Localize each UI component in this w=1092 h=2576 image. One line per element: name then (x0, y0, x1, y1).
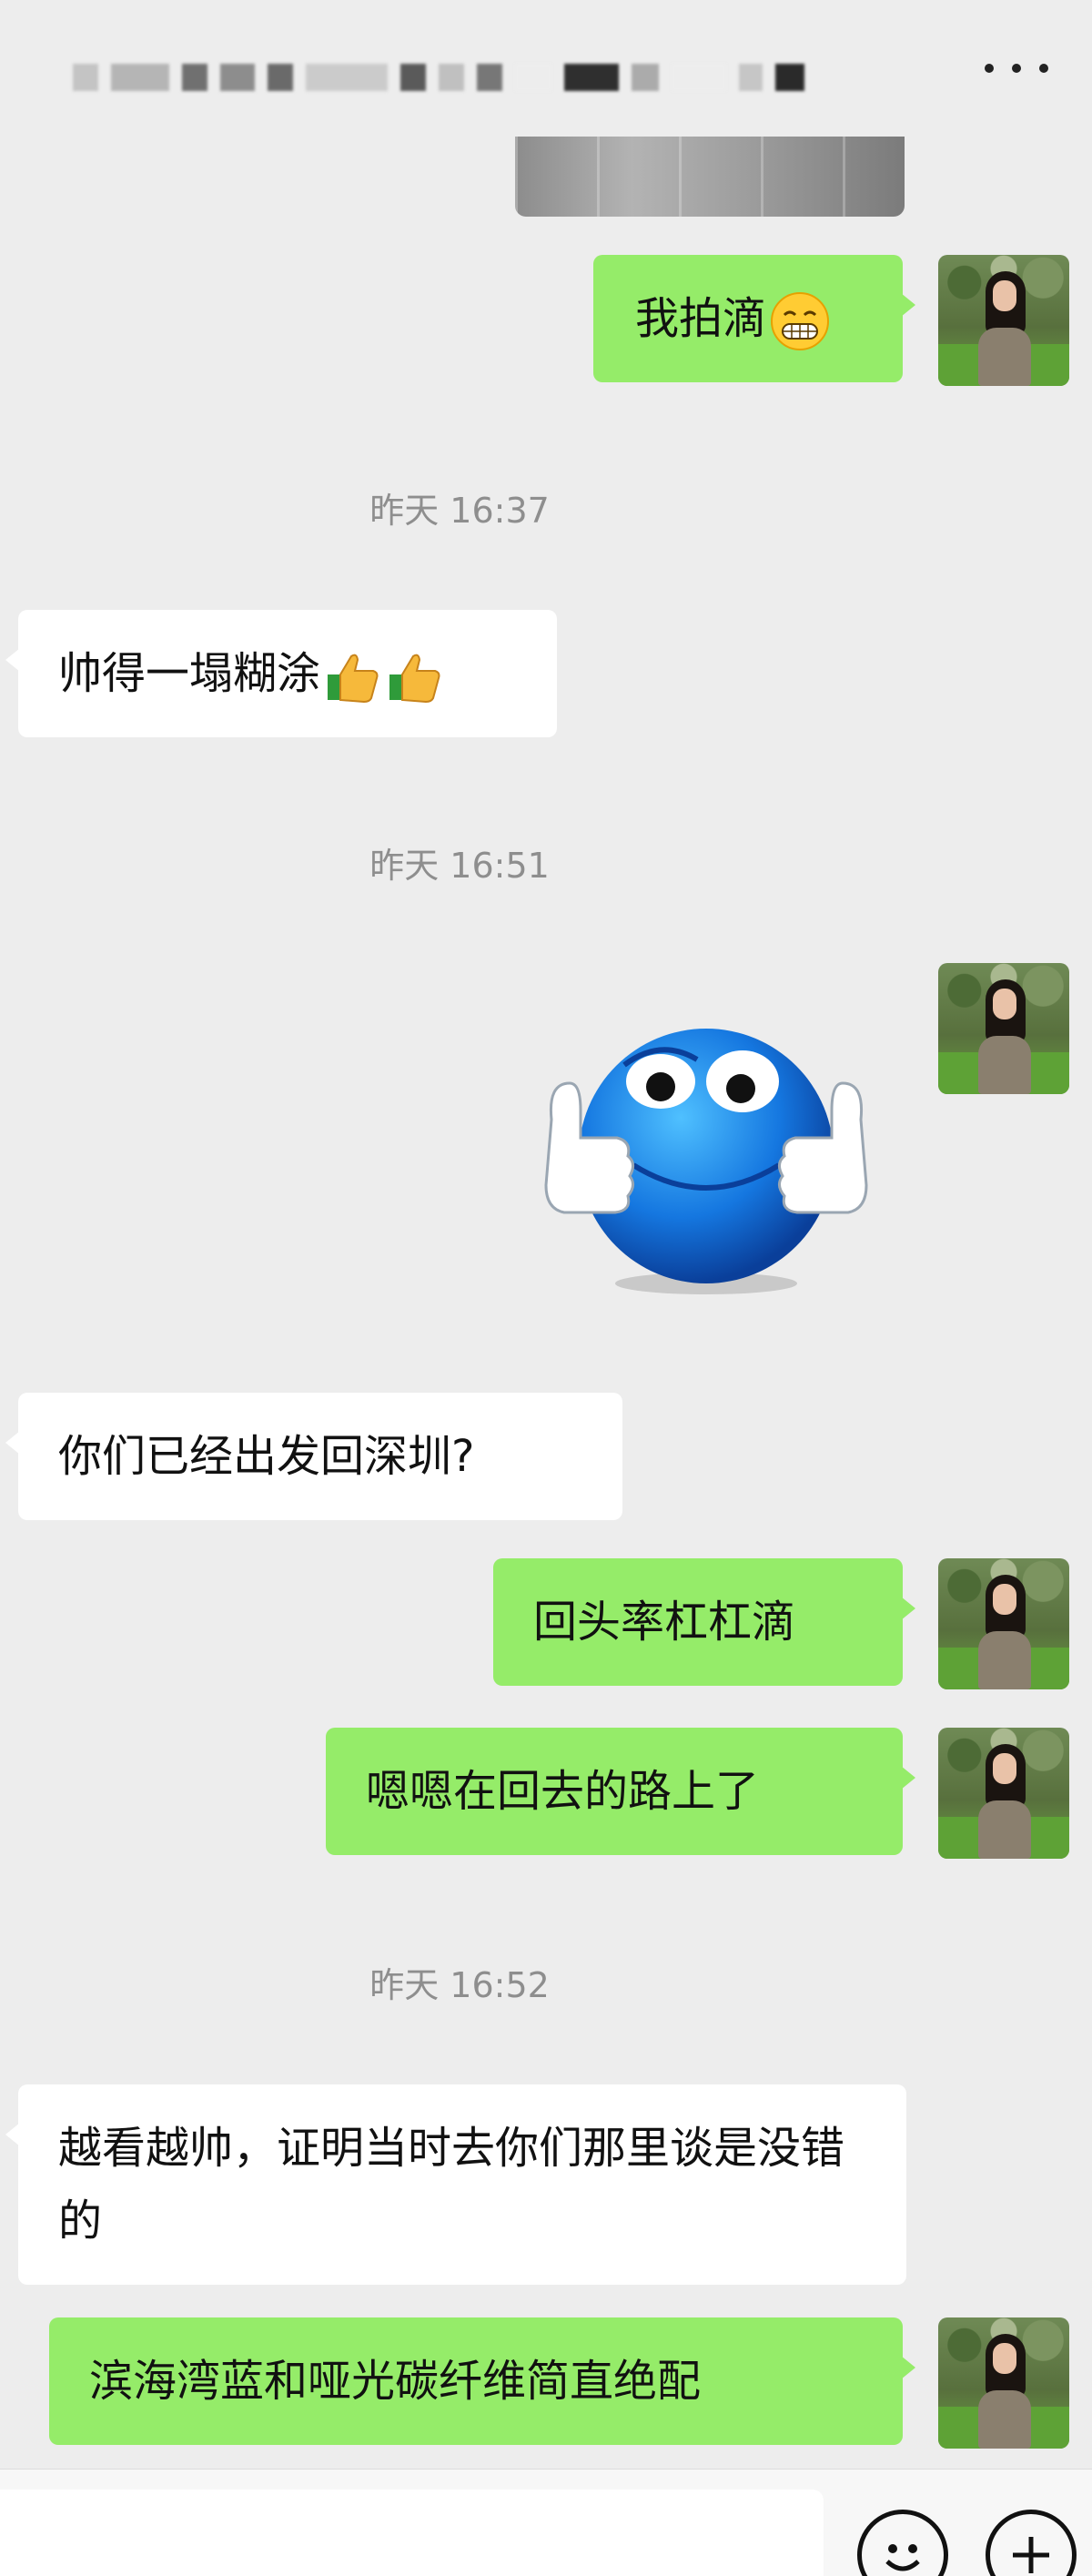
self-avatar[interactable] (938, 2317, 1069, 2449)
self-avatar[interactable] (938, 1728, 1069, 1859)
message-input[interactable] (0, 2490, 824, 2576)
timestamp: 昨天 16:52 (369, 1965, 550, 2005)
input-bar (0, 2469, 1092, 2576)
message-text: 越看越帅，证明当时去你们那里谈是没错的 (58, 2123, 845, 2246)
outgoing-message[interactable]: 回头率杠杠滴 (493, 1558, 915, 1686)
incoming-message[interactable]: 越看越帅，证明当时去你们那里谈是没错的 (5, 2084, 906, 2285)
message-text: 嗯嗯在回去的路上了 (366, 1766, 760, 1817)
self-avatar[interactable] (938, 255, 1069, 386)
outgoing-message[interactable]: 嗯嗯在回去的路上了 (326, 1728, 915, 1855)
more-icon[interactable] (985, 55, 1048, 82)
outgoing-message[interactable]: 我拍滴 (593, 255, 915, 382)
message-text: 你们已经出发回深圳? (58, 1431, 475, 1482)
incoming-message[interactable]: 帅得一塌糊涂 (5, 610, 557, 737)
outgoing-message[interactable]: 滨海湾蓝和哑光碳纤维简直绝配 (49, 2317, 915, 2445)
image-message-partial[interactable] (515, 137, 905, 217)
chat-header (0, 0, 1092, 146)
message-text: 滨海湾蓝和哑光碳纤维简直绝配 (89, 2356, 702, 2407)
self-avatar[interactable] (938, 963, 1069, 1094)
message-text: 回头率杠杠滴 (533, 1597, 796, 1648)
message-text: 帅得一塌糊涂 (58, 648, 321, 699)
grin-emoji-icon (771, 292, 830, 350)
contact-name-blurred (73, 62, 819, 93)
thumbs-up-emoji-icon (389, 654, 440, 704)
smiley-icon[interactable] (857, 2510, 948, 2576)
message-text: 我拍滴 (635, 293, 767, 344)
thumbs-up-blue-smiley-sticker[interactable] (533, 1010, 879, 1302)
plus-icon[interactable] (986, 2510, 1077, 2576)
thumbs-up-emoji-icon (328, 654, 379, 704)
incoming-message[interactable]: 你们已经出发回深圳? (5, 1393, 622, 1520)
timestamp: 昨天 16:37 (369, 491, 550, 531)
timestamp: 昨天 16:51 (369, 846, 550, 886)
self-avatar[interactable] (938, 1558, 1069, 1689)
